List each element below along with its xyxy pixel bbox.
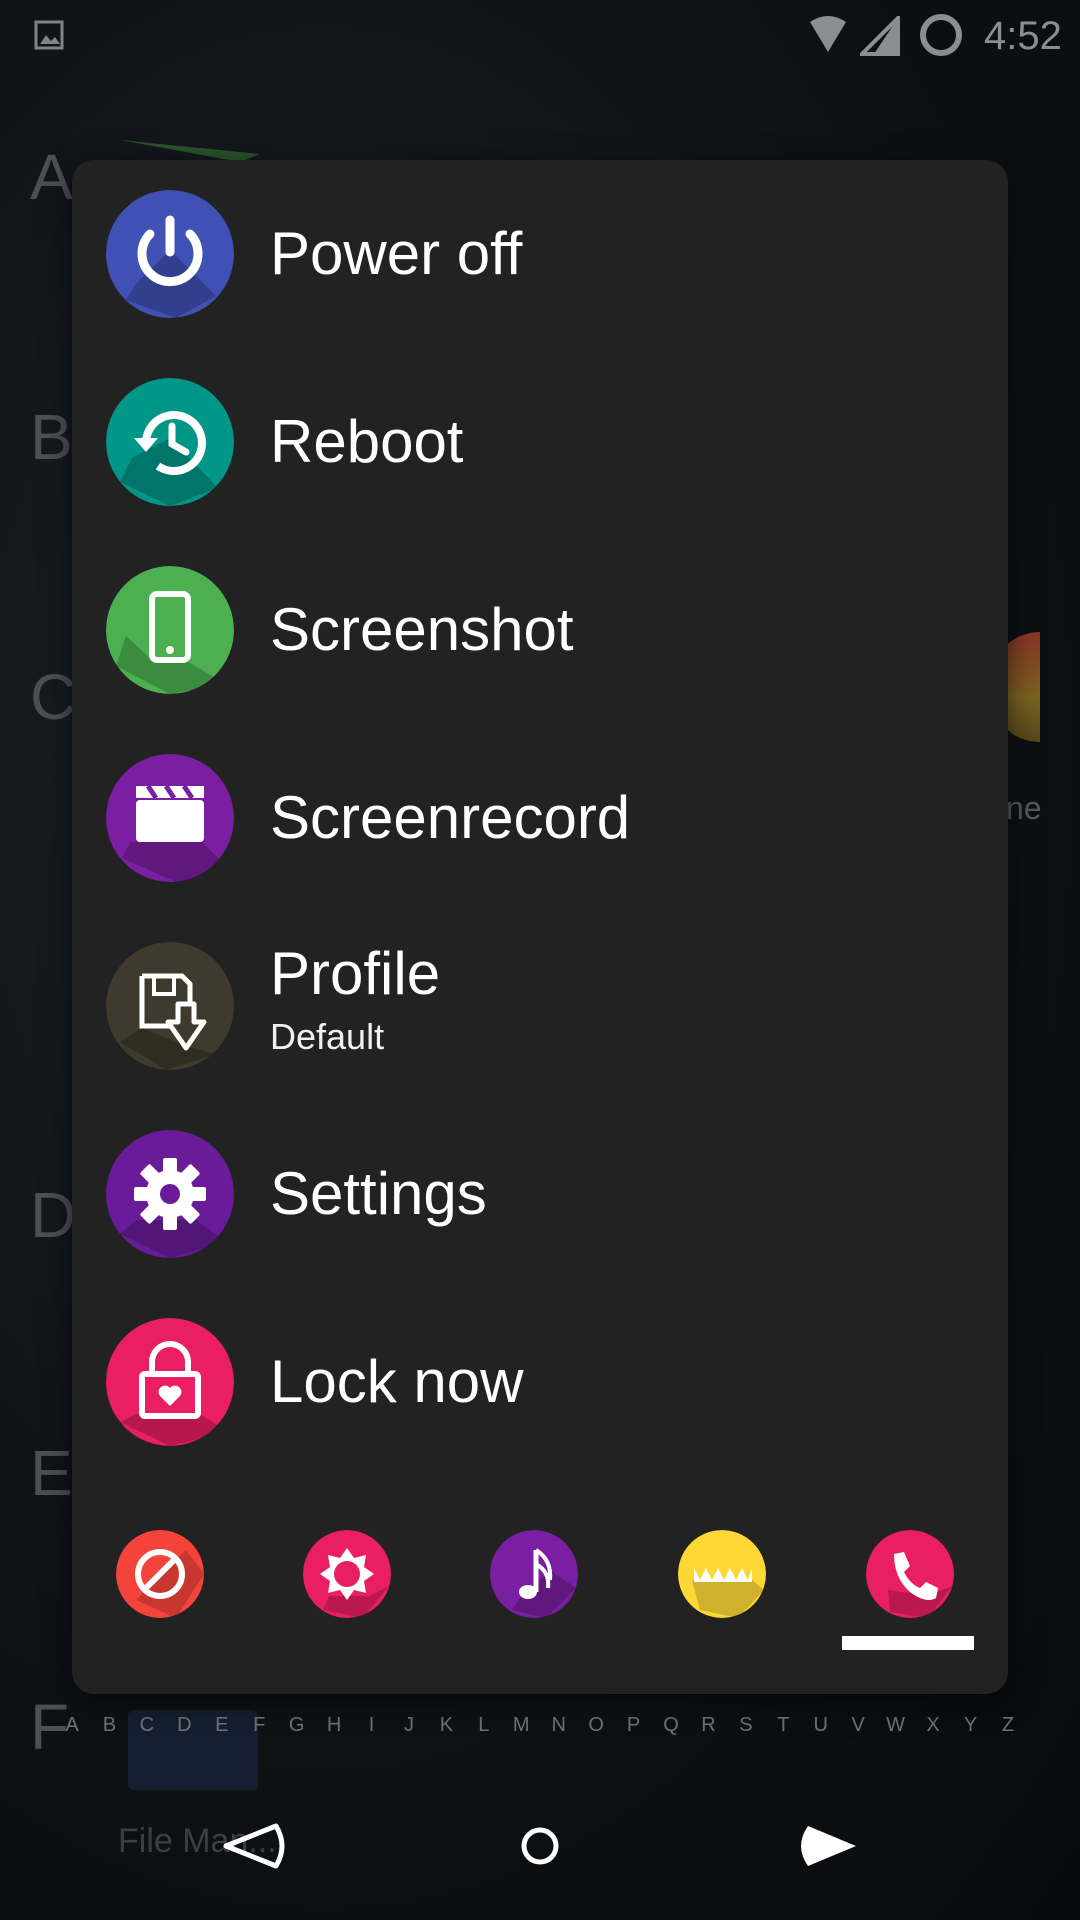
alphabet-index-letter[interactable]: B: [97, 1714, 121, 1737]
gallery-notification-icon: [34, 20, 64, 50]
save-profile-icon: [106, 942, 234, 1070]
alphabet-index-letter[interactable]: L: [472, 1714, 496, 1737]
section-letter-c: C: [30, 661, 77, 733]
status-clock: 4:52: [984, 14, 1062, 58]
restart-clock-icon: [106, 378, 234, 506]
alphabet-index-letter[interactable]: J: [397, 1714, 421, 1737]
alphabet-index-letter[interactable]: Y: [959, 1714, 983, 1737]
alphabet-index-letter[interactable]: N: [547, 1714, 571, 1737]
ring-toggle[interactable]: [866, 1530, 954, 1618]
section-letter-d: D: [30, 1179, 77, 1251]
back-icon: [223, 1823, 285, 1869]
alphabet-index-letter[interactable]: T: [771, 1714, 795, 1737]
alphabet-index-letter[interactable]: S: [734, 1714, 758, 1737]
wifi-icon: [810, 16, 846, 52]
power-icon: [106, 190, 234, 318]
section-letter-a: A: [30, 141, 73, 213]
lock-now-label: Lock now: [270, 1348, 524, 1415]
alphabet-index-letter[interactable]: C: [135, 1714, 159, 1737]
settings-label: Settings: [270, 1160, 487, 1227]
section-letter-b: B: [30, 401, 73, 473]
alphabet-index[interactable]: ABCDEFGHIJKLMNOPQRSTUVWXYZ: [60, 1710, 1020, 1740]
sun-badge-icon: [303, 1530, 391, 1618]
alphabet-index-letter[interactable]: U: [809, 1714, 833, 1737]
alphabet-index-letter[interactable]: W: [884, 1714, 908, 1737]
power-off-label: Power off: [270, 220, 523, 287]
clapperboard-icon: [106, 754, 234, 882]
app-label-partial: ne: [1006, 790, 1042, 826]
gear-icon: [106, 1130, 234, 1258]
zigzag-icon: [678, 1530, 766, 1618]
reboot-label: Reboot: [270, 408, 464, 475]
reboot-item[interactable]: Reboot: [72, 348, 1008, 536]
power-off-item[interactable]: Power off: [72, 160, 1008, 348]
screenshot-label: Screenshot: [270, 596, 574, 663]
screenrecord-label: Screenrecord: [270, 784, 631, 851]
screenshot-item[interactable]: Screenshot: [72, 536, 1008, 724]
alphabet-index-letter[interactable]: M: [509, 1714, 533, 1737]
profile-item[interactable]: Profile Default: [72, 912, 1008, 1100]
phone-icon: [106, 566, 234, 694]
lock-heart-icon: [106, 1318, 234, 1446]
profile-sublabel: Default: [270, 1016, 385, 1057]
alphabet-index-letter[interactable]: H: [322, 1714, 346, 1737]
settings-item[interactable]: Settings: [72, 1100, 1008, 1288]
phone-call-icon: [866, 1530, 954, 1618]
battery-circle-icon: [920, 14, 962, 56]
music-note-icon: [490, 1530, 578, 1618]
lock-now-item[interactable]: Lock now: [72, 1288, 1008, 1476]
do-not-disturb-toggle[interactable]: [116, 1530, 204, 1618]
alphabet-index-letter[interactable]: Q: [659, 1714, 683, 1737]
alphabet-index-letter[interactable]: A: [60, 1714, 84, 1737]
alphabet-index-letter[interactable]: Z: [996, 1714, 1020, 1737]
power-menu-dialog: Power off Reboot Screenshot Screenrecord…: [72, 160, 1008, 1694]
sound-toggle[interactable]: [490, 1530, 578, 1618]
alphabet-index-letter[interactable]: G: [285, 1714, 309, 1737]
back-button[interactable]: [216, 1816, 296, 1876]
alphabet-index-letter[interactable]: X: [921, 1714, 945, 1737]
signal-icon: [860, 16, 900, 56]
block-icon: [116, 1530, 204, 1618]
navigation-bar: [0, 1792, 1080, 1920]
alphabet-index-letter[interactable]: D: [172, 1714, 196, 1737]
alphabet-index-letter[interactable]: K: [434, 1714, 458, 1737]
alphabet-index-letter[interactable]: V: [846, 1714, 870, 1737]
selected-toggle-indicator: [842, 1636, 974, 1650]
screenrecord-item[interactable]: Screenrecord: [72, 724, 1008, 912]
alphabet-index-letter[interactable]: F: [247, 1714, 271, 1737]
alphabet-index-letter[interactable]: I: [360, 1714, 384, 1737]
profile-label: Profile: [270, 940, 441, 1007]
alphabet-index-letter[interactable]: P: [622, 1714, 646, 1737]
status-bar: 4:52: [0, 0, 1080, 72]
alphabet-index-letter[interactable]: O: [584, 1714, 608, 1737]
recents-button[interactable]: [786, 1816, 866, 1876]
vibrate-toggle[interactable]: [678, 1530, 766, 1618]
recents-icon: [801, 1826, 856, 1866]
alphabet-index-letter[interactable]: E: [210, 1714, 234, 1737]
home-button[interactable]: [500, 1816, 580, 1876]
alphabet-index-letter[interactable]: R: [696, 1714, 720, 1737]
home-icon: [521, 1827, 559, 1865]
brightness-toggle[interactable]: [303, 1530, 391, 1618]
section-letter-e: E: [30, 1437, 73, 1509]
